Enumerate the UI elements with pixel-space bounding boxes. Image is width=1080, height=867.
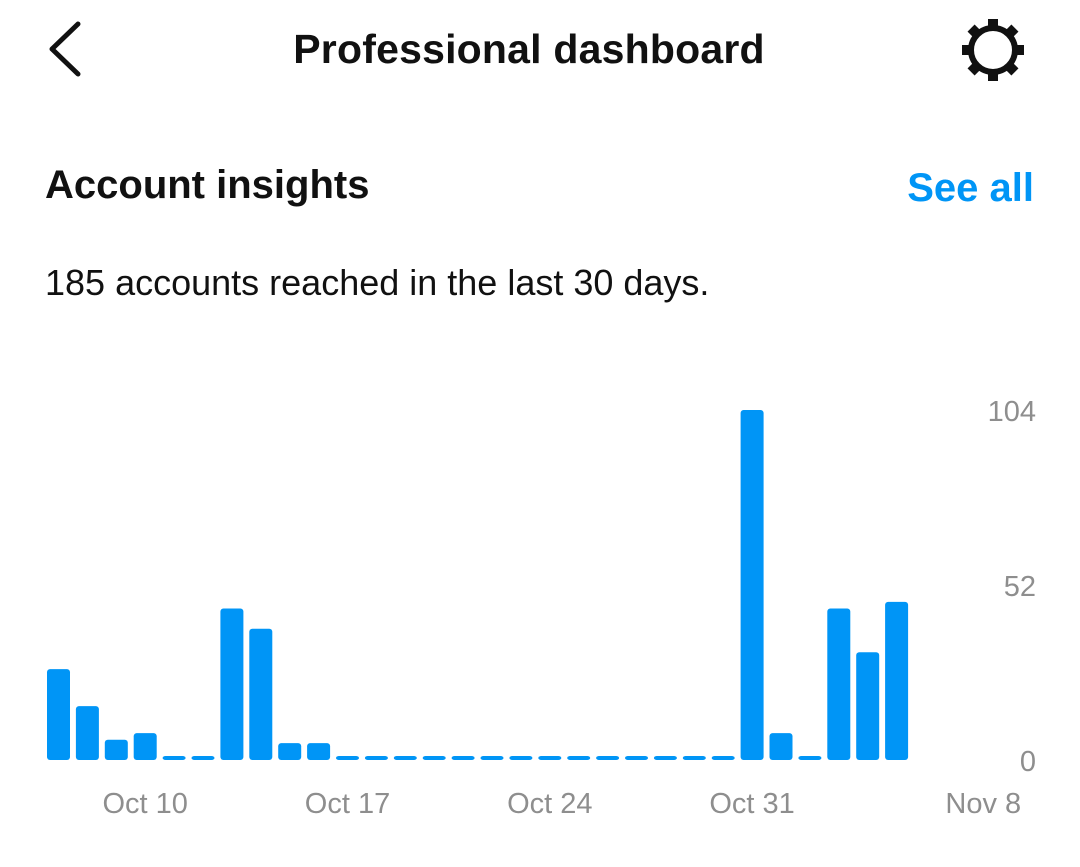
bar-oct-7 — [47, 669, 70, 760]
bar-oct-15 — [278, 743, 302, 760]
bar-oct-27 — [625, 756, 648, 760]
bar-nov-1 — [769, 733, 793, 760]
bar-oct-21 — [451, 756, 475, 760]
bar-nov-3 — [827, 608, 851, 760]
gear-icon — [962, 19, 1024, 81]
x-tick-label: Nov 8 — [945, 788, 1021, 820]
bar-oct-31 — [740, 410, 764, 760]
x-tick-label: Oct 31 — [709, 788, 794, 820]
bar-oct-28 — [653, 756, 677, 760]
x-tick-label: Oct 10 — [102, 788, 187, 820]
bar-oct-19 — [393, 756, 417, 760]
bar-oct-22 — [480, 756, 504, 760]
bar-oct-23 — [509, 756, 533, 760]
bar-oct-10 — [133, 733, 157, 760]
bar-oct-13 — [220, 608, 244, 760]
bar-nov-2 — [798, 756, 822, 760]
top-bar: Professional dashboard — [0, 0, 1080, 100]
bar-oct-25 — [567, 756, 591, 760]
settings-button[interactable] — [958, 18, 1028, 82]
y-tick-label: 52 — [1004, 571, 1036, 603]
bar-nov-5 — [885, 601, 909, 760]
bar-oct-16 — [307, 743, 331, 760]
see-all-link[interactable]: See all — [907, 166, 1034, 211]
section-title: Account insights — [45, 163, 370, 207]
bar-oct-14 — [249, 628, 273, 760]
bar-oct-12 — [191, 756, 215, 760]
bar-oct-18 — [364, 756, 388, 760]
x-tick-label: Oct 17 — [305, 788, 390, 820]
y-tick-label: 104 — [988, 396, 1036, 428]
bar-oct-26 — [596, 756, 620, 760]
reach-summary: 185 accounts reached in the last 30 days… — [45, 262, 710, 303]
bar-oct-9 — [104, 739, 128, 760]
bar-nov-4 — [856, 652, 880, 760]
x-tick-label: Oct 24 — [507, 788, 592, 820]
bar-oct-17 — [336, 756, 359, 760]
page-title: Professional dashboard — [293, 26, 765, 72]
bar-oct-20 — [422, 756, 446, 760]
bar-oct-8 — [75, 706, 99, 760]
bar-oct-30 — [711, 756, 735, 760]
reach-bar-chart: 0 52 104 Oct 10 Oct 17 Oct 24 Oct 31 Nov 8 — [47, 396, 1036, 820]
bar-oct-24 — [538, 756, 562, 760]
bar-oct-29 — [682, 756, 706, 760]
y-tick-label: 0 — [1020, 746, 1036, 778]
bar-oct-11 — [162, 756, 186, 760]
